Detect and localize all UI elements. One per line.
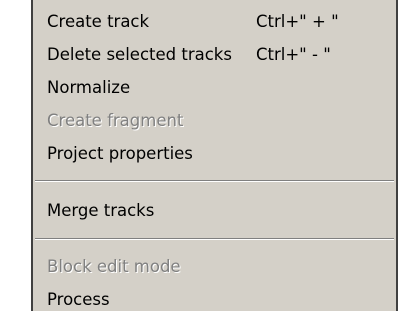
menu-item-label: Create track xyxy=(47,12,150,31)
menu-item-project-properties[interactable]: Project properties xyxy=(33,137,396,171)
menu-item-label: Process xyxy=(47,290,110,309)
menu-item-label: Normalize xyxy=(47,78,131,97)
menu-item-delete-selected-tracks[interactable]: Delete selected tracks Ctrl+" - " xyxy=(33,38,396,72)
menu-item-normalize[interactable]: Normalize xyxy=(33,71,396,105)
menu-item-label: Block edit mode xyxy=(47,257,181,276)
menu-item-label: Merge tracks xyxy=(47,201,155,220)
menu-item-shortcut: Ctrl+" + " xyxy=(256,12,339,31)
menu-item-create-track[interactable]: Create track Ctrl+" + " xyxy=(33,5,396,39)
menu-item-block-edit-mode: Block edit mode xyxy=(33,250,396,284)
menu-item-process[interactable]: Process xyxy=(33,283,396,317)
menu-separator xyxy=(35,180,394,182)
menu-item-label: Create fragment xyxy=(47,111,184,130)
menu-item-create-fragment: Create fragment xyxy=(33,104,396,138)
menu-separator xyxy=(35,238,394,240)
context-menu: Create track Ctrl+" + " Delete selected … xyxy=(31,0,398,311)
menu-item-merge-tracks[interactable]: Merge tracks xyxy=(33,194,396,228)
menu-item-label: Delete selected tracks xyxy=(47,45,232,64)
menu-item-shortcut: Ctrl+" - " xyxy=(256,45,331,64)
menu-item-label: Project properties xyxy=(47,144,193,163)
